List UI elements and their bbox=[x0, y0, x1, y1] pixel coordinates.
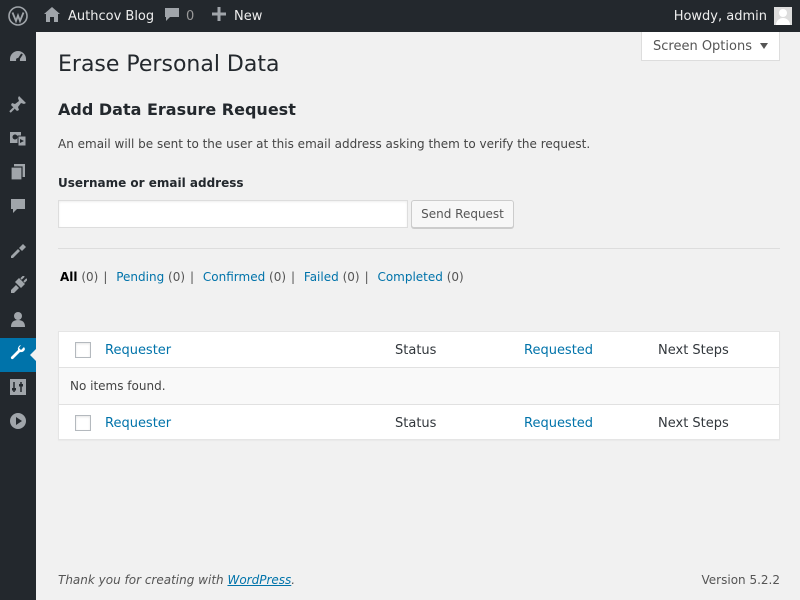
site-name: Authcov Blog bbox=[68, 8, 155, 24]
pin-icon bbox=[9, 95, 27, 117]
menu-posts[interactable] bbox=[0, 89, 36, 123]
menu-media-player[interactable] bbox=[0, 406, 36, 440]
filter-confirmed[interactable]: Confirmed (0) bbox=[203, 270, 286, 284]
menu-users[interactable] bbox=[0, 304, 36, 338]
no-items-message: No items found. bbox=[70, 379, 166, 393]
username-email-label: Username or email address bbox=[58, 176, 244, 190]
select-all-checkbox-footer[interactable] bbox=[75, 405, 91, 441]
site-name-link[interactable]: Authcov Blog bbox=[44, 0, 154, 32]
plugins-icon bbox=[9, 275, 28, 298]
menu-tools[interactable] bbox=[0, 338, 36, 372]
table-header-row: Requester Status Requested Next Steps bbox=[59, 332, 779, 368]
divider bbox=[58, 248, 780, 249]
column-requested-sort[interactable]: Requested bbox=[524, 332, 593, 368]
status-filters: All (0) | Pending (0) | Confirmed (0) | Fai… bbox=[60, 270, 464, 284]
menu-comments[interactable] bbox=[0, 191, 36, 225]
menu-appearance[interactable] bbox=[0, 236, 36, 270]
avatar bbox=[774, 7, 792, 25]
column-next-steps: Next Steps bbox=[658, 342, 729, 358]
settings-icon bbox=[9, 378, 27, 400]
filter-completed[interactable]: Completed (0) bbox=[377, 270, 463, 284]
greeting: Howdy, admin bbox=[673, 8, 767, 24]
filter-pending[interactable]: Pending (0) bbox=[116, 270, 185, 284]
wordpress-logo-icon[interactable] bbox=[0, 0, 36, 32]
screen-options-label: Screen Options bbox=[653, 38, 752, 54]
footer-thanks: Thank you for creating with WordPress. bbox=[58, 573, 296, 587]
comment-bubble-icon bbox=[164, 7, 180, 26]
requests-table: Requester Status Requested Next Steps No… bbox=[58, 331, 780, 440]
column-requester-sort[interactable]: Requester bbox=[105, 332, 171, 368]
menu-pages[interactable] bbox=[0, 157, 36, 191]
admin-bar: Authcov Blog 0 New Howdy, admin bbox=[0, 0, 800, 32]
comments-link[interactable]: 0 bbox=[164, 0, 194, 32]
column-status: Status bbox=[395, 342, 437, 358]
plus-icon bbox=[212, 7, 226, 25]
table-footer-row: Requester Status Requested Next Steps bbox=[59, 404, 779, 440]
column-status-footer: Status bbox=[395, 415, 437, 431]
appearance-icon bbox=[9, 242, 27, 264]
menu-settings[interactable] bbox=[0, 372, 36, 406]
username-email-input[interactable] bbox=[58, 200, 408, 228]
wordpress-link[interactable]: WordPress bbox=[227, 573, 291, 587]
users-icon bbox=[9, 310, 27, 332]
column-requested-sort-footer[interactable]: Requested bbox=[524, 405, 593, 441]
my-account-link[interactable]: Howdy, admin bbox=[674, 0, 792, 32]
new-content-link[interactable]: New bbox=[212, 0, 262, 32]
play-icon bbox=[9, 412, 27, 434]
send-request-button[interactable]: Send Request bbox=[411, 200, 514, 228]
tools-icon bbox=[9, 344, 27, 366]
media-icon bbox=[9, 129, 27, 151]
column-requester-sort-footer[interactable]: Requester bbox=[105, 405, 171, 441]
table-row: No items found. bbox=[59, 368, 779, 404]
caret-down-icon bbox=[760, 43, 768, 49]
page-title: Erase Personal Data bbox=[58, 52, 280, 77]
menu-media[interactable] bbox=[0, 123, 36, 157]
comments-count: 0 bbox=[186, 8, 195, 24]
pages-icon bbox=[9, 163, 27, 185]
new-label: New bbox=[234, 8, 263, 24]
admin-menu bbox=[0, 32, 36, 600]
form-title: Add Data Erasure Request bbox=[58, 100, 296, 119]
home-icon bbox=[44, 6, 60, 26]
comments-icon bbox=[9, 197, 27, 219]
menu-plugins[interactable] bbox=[0, 270, 36, 304]
filter-all[interactable]: All (0) bbox=[60, 270, 98, 284]
column-next-steps-footer: Next Steps bbox=[658, 415, 729, 431]
footer-version: Version 5.2.2 bbox=[701, 573, 780, 587]
select-all-checkbox[interactable] bbox=[75, 332, 91, 368]
filter-failed[interactable]: Failed (0) bbox=[304, 270, 360, 284]
menu-dashboard[interactable] bbox=[0, 43, 36, 77]
form-description: An email will be sent to the user at thi… bbox=[58, 137, 591, 151]
dashboard-icon bbox=[9, 49, 27, 71]
screen-options-button[interactable]: Screen Options bbox=[641, 32, 780, 61]
